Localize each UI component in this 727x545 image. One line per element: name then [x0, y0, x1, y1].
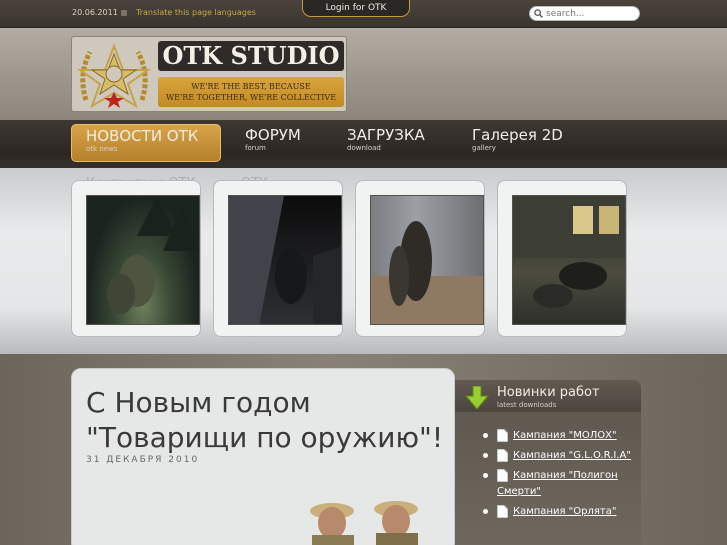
article-image [310, 501, 418, 545]
login-button[interactable]: Login for OTK [302, 0, 410, 17]
search-box [529, 6, 640, 21]
document-icon [497, 449, 508, 462]
nav-label: НОВОСТИ ОТК [86, 127, 199, 145]
nav-sublabel: otk news [86, 145, 118, 153]
downloads-list: Кампания "МОЛОХ" Кампания "G.L.O.R.I.A" … [469, 428, 637, 524]
header: OTK STUDIO WE'RE THE BEST, BECAUSE WE'RE… [0, 28, 727, 120]
download-link[interactable]: Кампания "МОЛОХ" [497, 428, 637, 444]
gallery-strip: Контакты с ОТК ОТК [0, 168, 727, 354]
gallery-thumb[interactable] [497, 180, 627, 337]
screenshot-image [86, 195, 200, 325]
screenshot-image [512, 195, 626, 325]
logo-motto: WE'RE THE BEST, BECAUSE WE'RE TOGETHER, … [158, 77, 344, 107]
motto-line-1: WE'RE THE BEST, BECAUSE [191, 82, 311, 91]
bullet [483, 509, 488, 514]
emblem-icon [76, 43, 152, 109]
download-link[interactable]: Кампания "Орлята" [497, 504, 637, 520]
list-item: Кампания "Полигон Смерти" [469, 468, 637, 500]
gallery-thumb[interactable] [71, 180, 201, 337]
nav-label: ЗАГРУЗКА [347, 126, 425, 144]
download-link[interactable]: Кампания "G.L.O.R.I.A" [497, 448, 637, 464]
panel-subtitle: latest downloads [497, 401, 557, 409]
nav-label: ФОРУМ [245, 126, 301, 144]
article-date: 31 ДЕКАБРЯ 2010 [86, 455, 200, 465]
nav-item-download[interactable]: ЗАГРУЗКА download [333, 124, 453, 162]
main-nav: НОВОСТИ ОТК otk news ФОРУМ forum ЗАГРУЗК… [0, 120, 727, 168]
bullet [483, 433, 488, 438]
gallery-thumb[interactable] [213, 180, 343, 337]
article-title[interactable]: С Новым годом "Товарищи по оружию"! [86, 385, 452, 455]
screenshot-image [228, 195, 342, 325]
document-icon [497, 429, 508, 442]
nav-item-forum[interactable]: ФОРУМ forum [231, 124, 331, 162]
panel-title: Новинки работ [497, 385, 600, 400]
motto-line-2: WE'RE TOGETHER, WE'RE COLLECTIVE [165, 93, 337, 102]
nav-item-gallery[interactable]: Галерея 2D gallery [458, 124, 578, 162]
logo-title: OTK STUDIO [158, 41, 344, 71]
separator-dot [121, 10, 127, 16]
search-icon[interactable] [534, 9, 543, 18]
nav-sublabel: gallery [472, 144, 496, 152]
top-bar: 20.06.2011 Translate this page languages… [0, 0, 727, 28]
document-icon [497, 505, 508, 518]
document-icon [497, 469, 508, 482]
screenshot-image [370, 195, 484, 325]
list-item: Кампания "G.L.O.R.I.A" [469, 448, 637, 464]
current-date: 20.06.2011 [72, 8, 118, 17]
download-arrow-icon [465, 386, 489, 410]
search-input[interactable] [546, 8, 636, 20]
nav-sublabel: download [347, 144, 381, 152]
nav-item-news[interactable]: НОВОСТИ ОТК otk news [71, 124, 221, 162]
translate-link[interactable]: Translate this page languages [136, 8, 256, 17]
gallery-thumb[interactable] [355, 180, 485, 337]
nav-sublabel: forum [245, 144, 266, 152]
download-link[interactable]: Кампания "Полигон Смерти" [497, 468, 637, 500]
list-item: Кампания "Орлята" [469, 504, 637, 520]
panel-header: Новинки работ latest downloads [455, 380, 641, 412]
latest-downloads-panel: Новинки работ latest downloads Кампания … [455, 380, 641, 545]
nav-label: Галерея 2D [472, 126, 563, 144]
article-card: С Новым годом "Товарищи по оружию"! 31 Д… [71, 368, 455, 545]
site-logo[interactable]: OTK STUDIO WE'RE THE BEST, BECAUSE WE'RE… [71, 36, 347, 112]
list-item: Кампания "МОЛОХ" [469, 428, 637, 444]
bullet [483, 453, 488, 458]
bullet [483, 473, 488, 478]
